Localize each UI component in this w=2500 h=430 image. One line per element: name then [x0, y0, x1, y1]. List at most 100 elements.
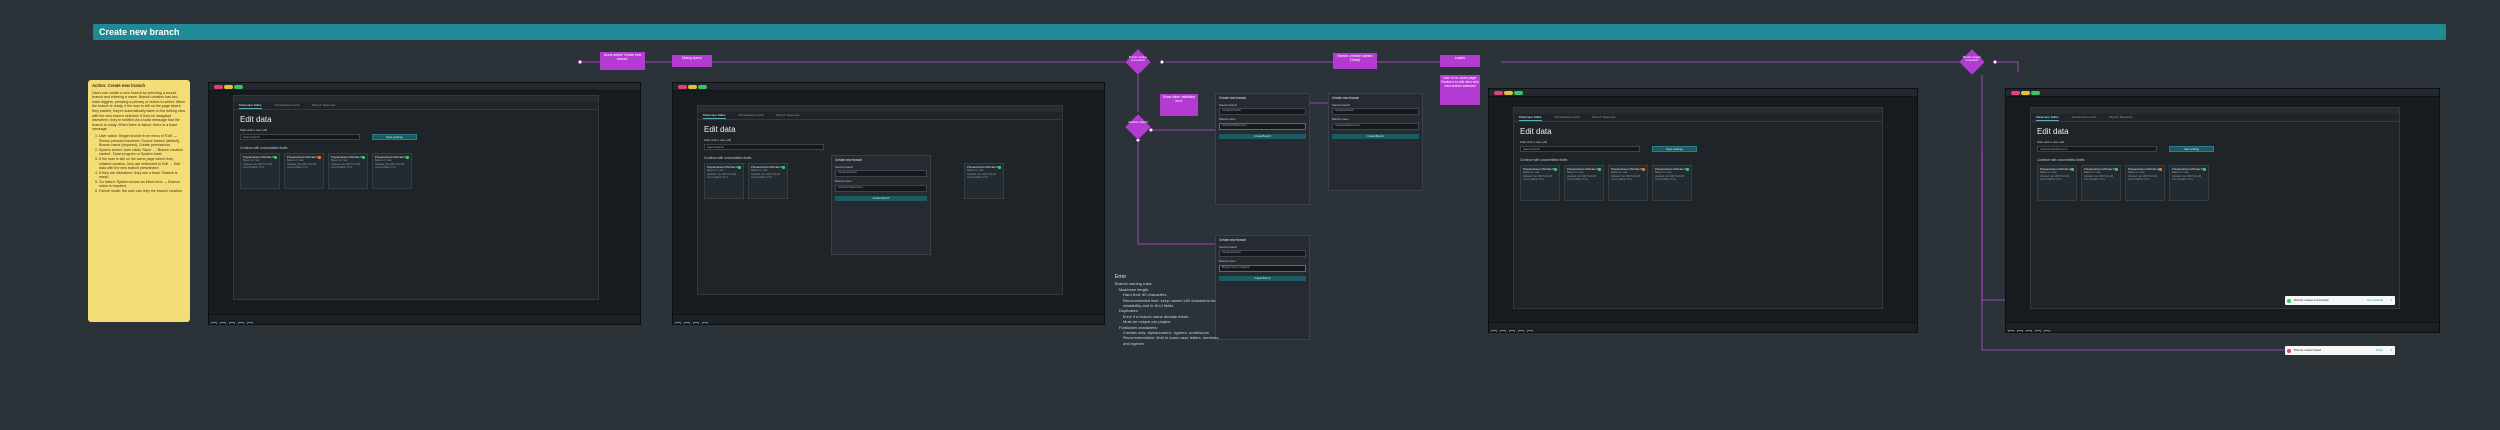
card-line: Last modified: 3 hrs — [2128, 178, 2149, 182]
tab-parameter-editor[interactable]: Parameter Editor — [239, 103, 262, 109]
status-icon — [998, 166, 1001, 169]
draft-card[interactable]: Prepareticson-UM-Nav-NC Based on: main Upd… — [284, 153, 324, 189]
draft-card[interactable]: Prepareticson-UM-Nav-NC Based on: main Upd… — [2037, 165, 2077, 201]
draft-card[interactable]: Prepareticson-UM-Nav-NC Based on: main Upd… — [2125, 165, 2165, 201]
tab-parameter-editor[interactable]: Parameter Editor — [2036, 115, 2059, 121]
draft-card[interactable]: Prepareticson-UM-Nav-NC Based on: main Upd… — [964, 163, 1004, 199]
source-branch-select[interactable]: Complete/branch — [1219, 108, 1306, 116]
save-button[interactable]: Save settings — [1652, 146, 1697, 152]
draft-card[interactable]: Prepareticson-UM-Nav-NC Based on: main Upd… — [748, 163, 788, 199]
tab-scheduled-records[interactable]: Scheduled records — [2072, 115, 2097, 119]
create-branch-button[interactable]: Create Branch — [835, 195, 927, 201]
env-pill — [224, 85, 233, 90]
branch-name-input[interactable]: Branch name is required — [1219, 264, 1306, 272]
flow-step-inline-error: Show inline validation error — [1160, 94, 1198, 116]
status-icon — [2203, 168, 2206, 171]
toast-message: Branch created successfully — [2294, 298, 2329, 302]
tab-bar: Parameter Editor Scheduled records Branc… — [2031, 114, 2399, 122]
success-toast: Branch created successfully Go to branch… — [2285, 296, 2395, 305]
branch-select[interactable]: Select branch — [240, 134, 360, 140]
tab-branch-requests[interactable]: Branch Requests — [1592, 115, 1615, 119]
status-icon — [274, 156, 277, 159]
tool-icon[interactable] — [2026, 330, 2032, 332]
tool-icon[interactable] — [1518, 330, 1524, 332]
tool-icon[interactable] — [2017, 330, 2023, 332]
draft-card[interactable]: Prepareticson-UM-Nav-NC Based on: main Upd… — [704, 163, 744, 199]
tool-icon[interactable] — [220, 322, 226, 324]
draft-cards: Prepareticson-UM-Nav-NC Based on: main Upd… — [1520, 165, 1882, 201]
branch-select[interactable]: Select branch — [704, 144, 824, 150]
branch-select[interactable]: newbranch/placement — [2037, 146, 2157, 152]
tab-branch-requests[interactable]: Branch Requests — [312, 103, 335, 107]
create-branch-dialog: Create new branch Source branch Complete… — [831, 155, 931, 255]
error-branch-dialog: Create new branch Source branch Complete… — [1215, 235, 1310, 340]
close-icon[interactable]: × — [2390, 296, 2392, 305]
tool-icon[interactable] — [1509, 330, 1515, 332]
branch-name-input[interactable]: newbranch/placement — [1219, 122, 1306, 130]
tab-scheduled-records[interactable]: Scheduled records — [739, 113, 764, 117]
start-editing-button[interactable]: Start editing — [2169, 146, 2214, 152]
draft-card[interactable]: Prepareticson-UM-Nav-NC Based on: main Upd… — [1652, 165, 1692, 201]
toast-action-link[interactable]: Retry — [2376, 346, 2383, 355]
branch-name-input[interactable]: newbranch/placement — [835, 184, 927, 192]
draft-card[interactable]: Prepareticson-UM-Nav-NC Based on: main Upd… — [328, 153, 368, 189]
draft-card[interactable]: Prepareticson-UM-Nav-NC Based on: main Upd… — [1564, 165, 1604, 201]
create-branch-button[interactable]: Create Branch — [1332, 133, 1419, 139]
branch-select[interactable]: Select branch — [1520, 146, 1640, 152]
create-branch-button[interactable]: Create Branch — [1219, 275, 1306, 281]
source-branch-select[interactable]: Complete/branch — [1219, 250, 1306, 258]
dialog-title: Create new branch — [1219, 238, 1246, 242]
flow-step-started: Branch creation started (Toast) — [1333, 53, 1377, 69]
tool-icon[interactable] — [2035, 330, 2041, 332]
draft-card[interactable]: Prepareticson-UM-Nav-NC Based on: main Upd… — [1608, 165, 1648, 201]
tab-scheduled-records[interactable]: Scheduled records — [275, 103, 300, 107]
tool-icon[interactable] — [702, 322, 708, 324]
tool-icon[interactable] — [2044, 330, 2050, 332]
tool-icon[interactable] — [247, 322, 253, 324]
save-button[interactable]: Save settings — [372, 134, 417, 140]
tool-icon[interactable] — [675, 322, 681, 324]
branch-name-input[interactable]: newbranch/placement — [1332, 122, 1419, 130]
status-icon — [406, 156, 409, 159]
tool-icon[interactable] — [1500, 330, 1506, 332]
draft-card[interactable]: Prepareticson-UM-Nav-NC Based on: main Upd… — [2169, 165, 2209, 201]
tool-icon[interactable] — [1491, 330, 1497, 332]
create-branch-button[interactable]: Create Branch — [1219, 133, 1306, 139]
error-rules: Error Branch naming rules Maximum length… — [1115, 274, 1225, 346]
tool-icon[interactable] — [684, 322, 690, 324]
tool-icon[interactable] — [211, 322, 217, 324]
tab-parameter-editor[interactable]: Parameter Editor — [703, 113, 726, 119]
draft-card[interactable]: Prepareticson-UM-Nav-NC Based on: main Upd… — [372, 153, 412, 189]
env-pill — [2011, 91, 2020, 96]
close-icon[interactable]: × — [2390, 346, 2392, 355]
flow-decision-success: Branch creation succeeded? — [1125, 49, 1151, 75]
decision-label: Branch creation completed? — [1962, 56, 1982, 63]
card-line: Last modified: 3 hrs — [1655, 178, 1676, 182]
tab-parameter-editor[interactable]: Parameter Editor — [1519, 115, 1542, 121]
app-bottombar — [1489, 322, 1917, 332]
tab-branch-requests[interactable]: Branch Requests — [776, 113, 799, 117]
tool-icon[interactable] — [1527, 330, 1533, 332]
flow-step-dialog: Dialog opens — [672, 55, 712, 67]
tab-scheduled-records[interactable]: Scheduled records — [1555, 115, 1580, 119]
source-branch-select[interactable]: Complete/branch — [835, 170, 927, 178]
draft-card[interactable]: Prepareticson-UM-Nav-NC Based on: main Upd… — [240, 153, 280, 189]
toast-action-link[interactable]: Go to branch — [2367, 296, 2383, 305]
tool-icon[interactable] — [2008, 330, 2014, 332]
tool-icon[interactable] — [229, 322, 235, 324]
edit-heading: Edit data — [240, 115, 272, 124]
tab-branch-requests[interactable]: Branch Requests — [2109, 115, 2132, 119]
draft-card[interactable]: Prepareticson-UM-Nav-NC Based on: main Upd… — [1520, 165, 1560, 201]
card-line: Last modified: 3 hrs — [243, 166, 264, 170]
status-icon — [2115, 168, 2118, 171]
connector-node — [1993, 60, 1997, 64]
tool-icon[interactable] — [693, 322, 699, 324]
create-branch-dialog: Create new branch Source branch Complete… — [1215, 93, 1310, 205]
source-branch-select[interactable]: Complete/branch — [1332, 108, 1419, 116]
tool-icon[interactable] — [238, 322, 244, 324]
error-item: Recommended limit: keep names ≤50 charac… — [1123, 297, 1216, 309]
draft-card[interactable]: Prepareticson-UM-Nav-NC Based on: main Upd… — [2081, 165, 2121, 201]
env-pill — [1494, 91, 1503, 96]
status-icon — [362, 156, 365, 159]
dialog-title: Create new branch — [835, 158, 862, 162]
